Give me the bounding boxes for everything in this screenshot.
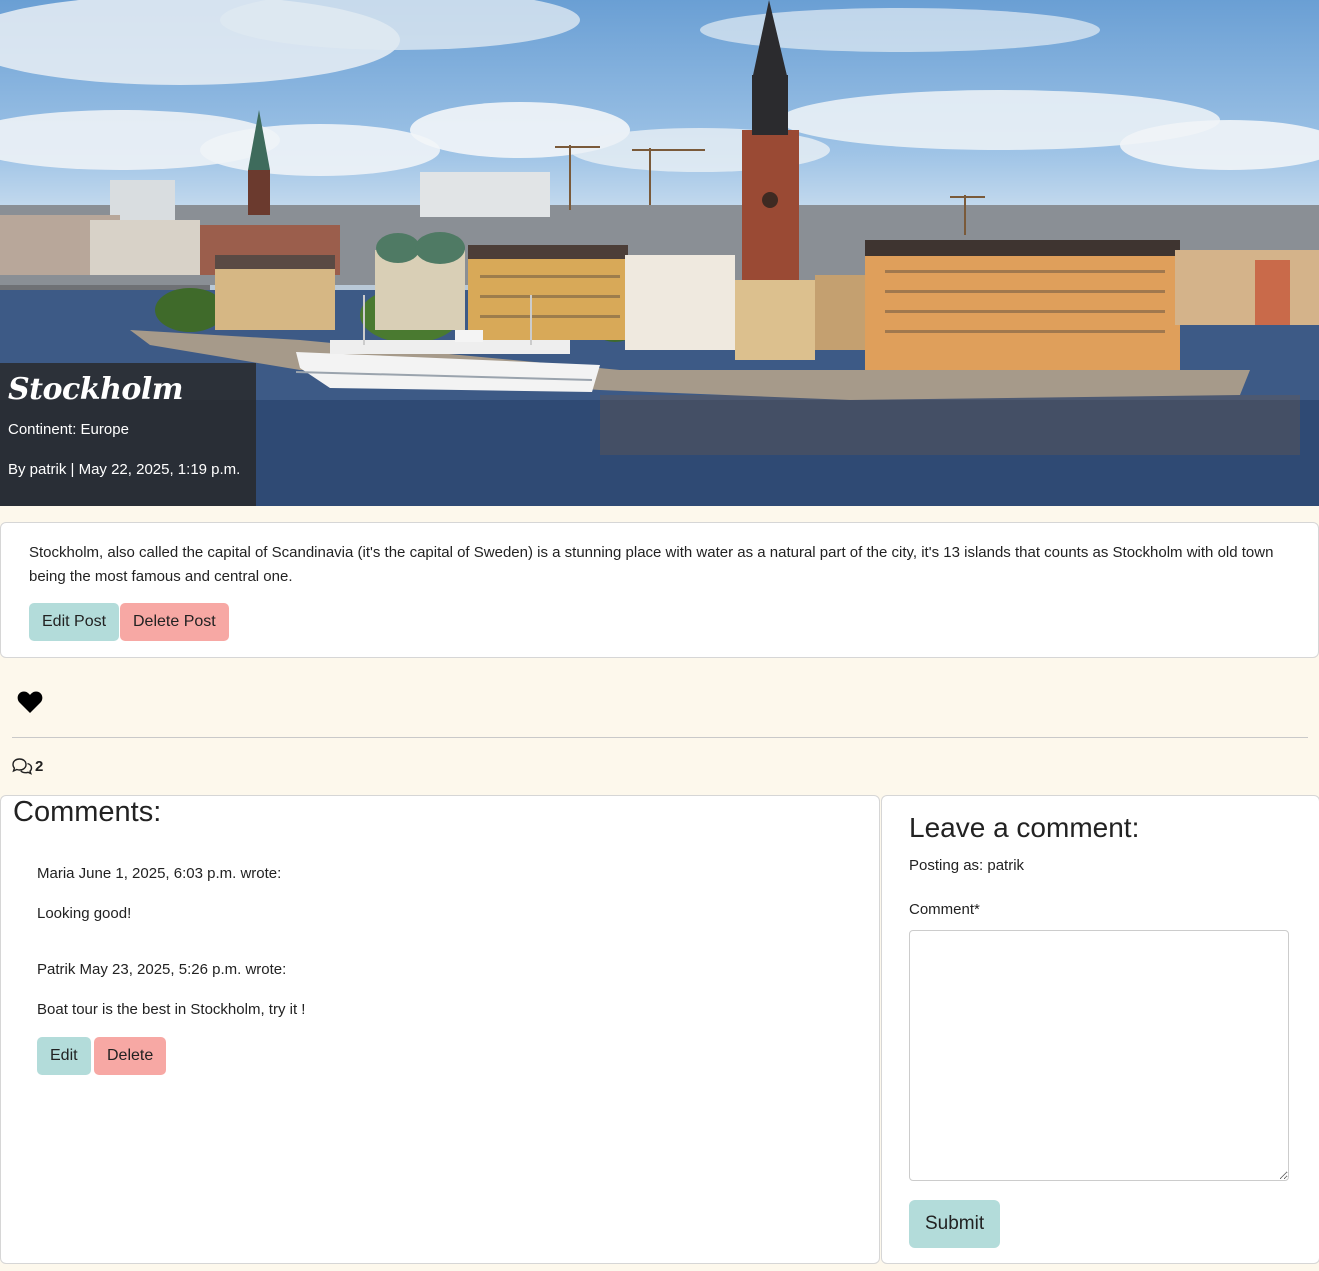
post-byline: By patrik | May 22, 2025, 1:19 p.m. xyxy=(8,461,241,478)
comment-meta: Maria June 1, 2025, 6:03 p.m. wrote: xyxy=(37,865,282,882)
comment-field-label: Comment* xyxy=(909,901,980,918)
post-content-card: Stockholm, also called the capital of Sc… xyxy=(0,522,1319,658)
divider xyxy=(12,737,1308,738)
edit-post-button[interactable]: Edit Post xyxy=(29,603,120,641)
delete-post-button[interactable]: Delete Post xyxy=(120,603,229,641)
comment-count-value: 2 xyxy=(35,757,44,775)
post-body-text: Stockholm, also called the capital of Sc… xyxy=(29,544,1274,585)
edit-comment-button[interactable]: Edit xyxy=(37,1037,91,1075)
comment-text: Looking good! xyxy=(37,905,132,922)
comment-form-card: Leave a comment: Posting as: patrik Comm… xyxy=(881,795,1319,1264)
comments-heading: Comments: xyxy=(13,796,162,828)
submit-button[interactable]: Submit xyxy=(909,1200,1001,1248)
comments-card: Comments: Maria June 1, 2025, 6:03 p.m. … xyxy=(0,795,880,1264)
post-title: Stockholm xyxy=(8,372,184,407)
posting-as-text: Posting as: patrik xyxy=(909,857,1025,874)
post-continent: Continent: Europe xyxy=(8,421,129,438)
heart-icon[interactable] xyxy=(17,690,43,714)
hero-image: Stockholm Continent: Europe By patrik | … xyxy=(0,0,1319,506)
comment-meta: Patrik May 23, 2025, 5:26 p.m. wrote: xyxy=(37,961,287,978)
comment-textarea[interactable] xyxy=(909,930,1289,1181)
comment-count: 2 xyxy=(11,756,43,776)
form-heading: Leave a comment: xyxy=(909,812,1140,843)
delete-comment-button[interactable]: Delete xyxy=(94,1037,167,1075)
comments-icon xyxy=(12,758,33,775)
comment-text: Boat tour is the best in Stockholm, try … xyxy=(37,1001,306,1018)
